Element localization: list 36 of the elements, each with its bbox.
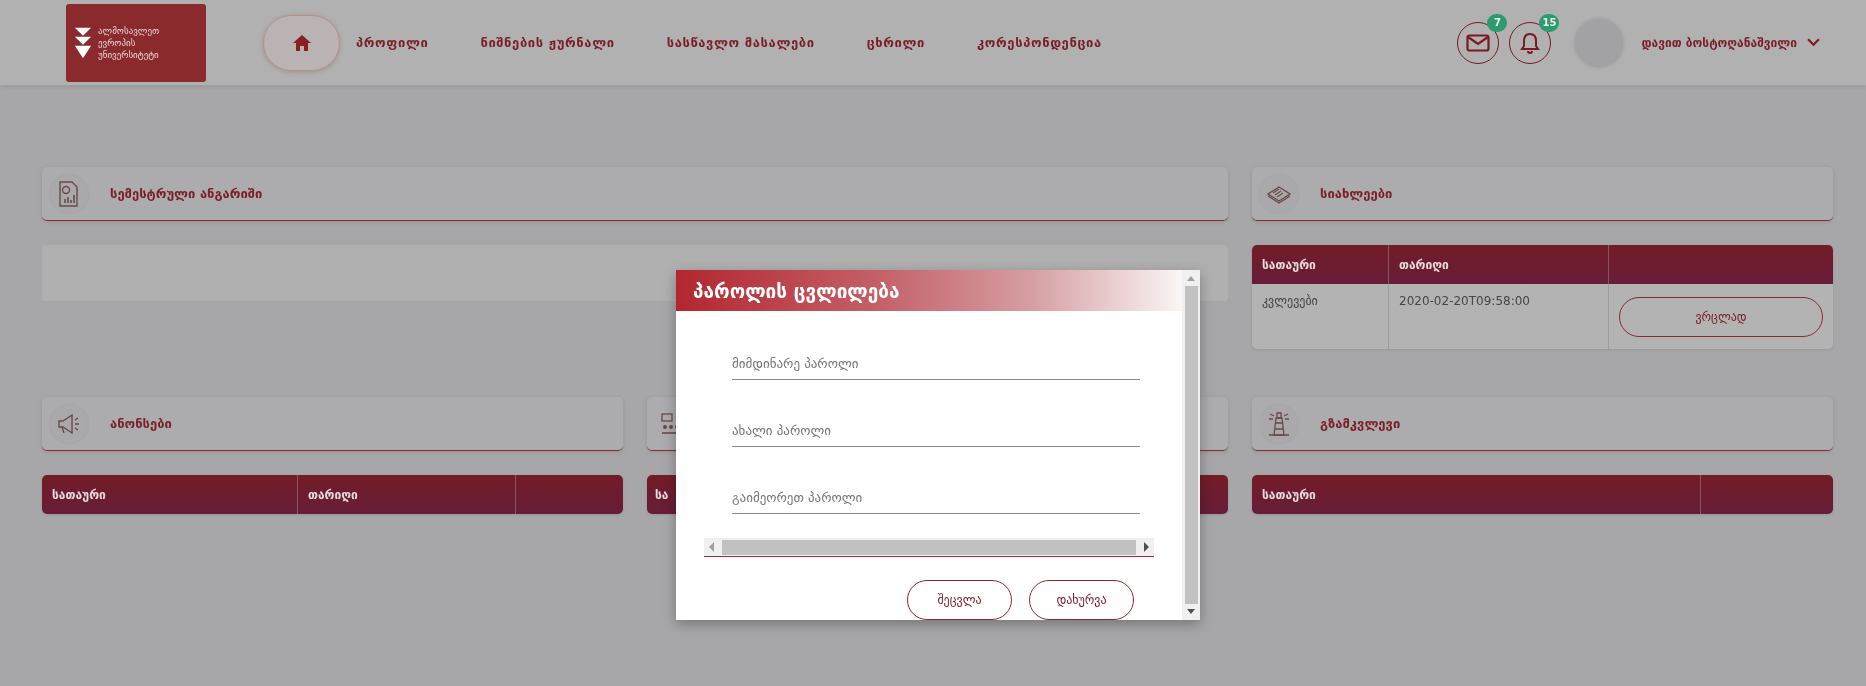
column-header: სათაური bbox=[1252, 475, 1701, 514]
count-badge: 7 bbox=[1487, 13, 1508, 32]
report-icon bbox=[57, 180, 81, 207]
section-title: გზამკვლევი bbox=[1320, 416, 1401, 431]
logo-text: ალმოსავლეთ bbox=[98, 24, 160, 37]
column-header: თარიღი bbox=[298, 475, 516, 514]
lighthouse-icon bbox=[1266, 410, 1292, 437]
logo-text: უნივერსიტეტი bbox=[98, 48, 160, 61]
nav-link[interactable]: კორესპონდენცია bbox=[977, 35, 1102, 50]
home-button[interactable] bbox=[263, 14, 340, 71]
count-badge: 15 bbox=[1539, 13, 1560, 32]
nav-link[interactable]: ნიშნების ჟურნალი bbox=[480, 35, 615, 50]
megaphone-icon bbox=[56, 412, 82, 435]
nav-link[interactable]: პროფილი bbox=[356, 35, 429, 50]
section-title: ანონსები bbox=[110, 416, 172, 431]
section-title: სემესტრული ანგარიში bbox=[110, 186, 263, 201]
user-menu[interactable]: დავით ბოსტოღანაშვილი bbox=[1635, 34, 1826, 51]
column-header: სათაური bbox=[1252, 245, 1389, 284]
column-header: თარიღი bbox=[1389, 245, 1609, 284]
home-icon bbox=[291, 33, 312, 52]
vertical-scrollbar[interactable] bbox=[1182, 270, 1200, 620]
table-cell: 2020-02-20T09:58:00 bbox=[1389, 284, 1609, 349]
column-header: სა bbox=[654, 486, 669, 504]
section-title: სიახლეები bbox=[1320, 186, 1393, 201]
horizontal-scrollbar[interactable] bbox=[704, 538, 1154, 557]
bell-icon bbox=[1520, 31, 1541, 54]
nav-link[interactable]: სასწავლო მასალები bbox=[666, 35, 815, 50]
university-logo[interactable]: ალმოსავლეთ ევროპის უნივერსიტეტი bbox=[66, 3, 206, 82]
column-header: სათაური bbox=[42, 475, 298, 514]
dialog-title: პაროლის ცვლილება bbox=[693, 279, 900, 302]
nav-link[interactable]: ცხრილი bbox=[866, 35, 926, 50]
chevron-down-icon bbox=[1807, 38, 1820, 47]
logo-text: ევროპის bbox=[98, 36, 137, 49]
newspaper-icon bbox=[1266, 183, 1292, 204]
envelope-icon bbox=[1466, 33, 1491, 52]
table-cell: კვლევები bbox=[1252, 284, 1389, 349]
